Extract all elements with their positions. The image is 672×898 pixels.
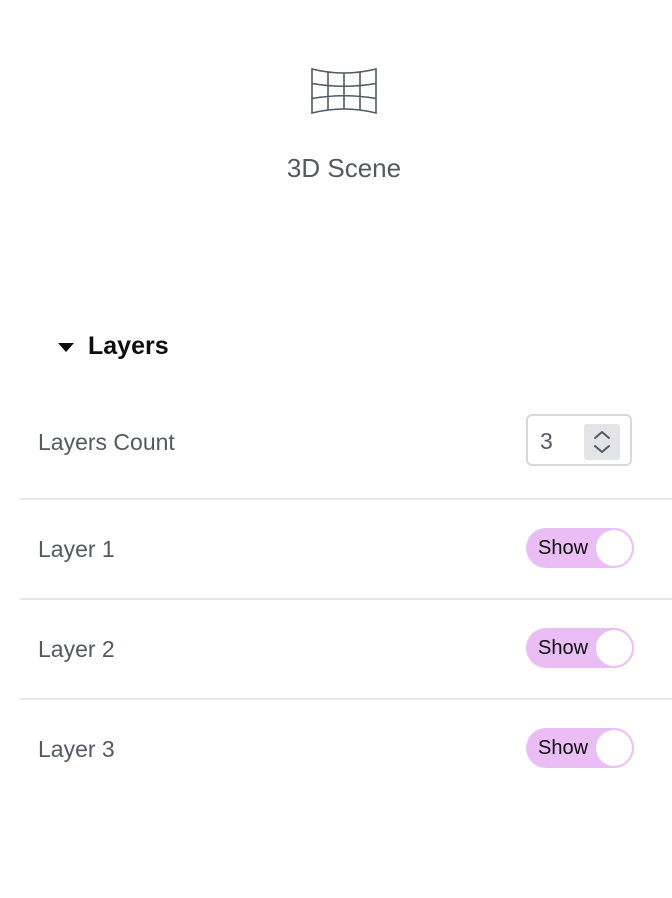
widget-header: 3D Scene	[0, 0, 672, 220]
layers-count-label: Layers Count	[38, 429, 175, 455]
layer-1-label: Layer 1	[38, 536, 115, 562]
layers-count-input[interactable]: 3	[526, 414, 632, 466]
toggle-knob	[596, 730, 632, 766]
widget-title: 3D Scene	[286, 153, 402, 183]
divider	[20, 698, 672, 700]
chevron-up-icon	[594, 431, 610, 439]
number-spinner[interactable]	[584, 424, 620, 460]
divider	[20, 498, 672, 500]
layer-3-toggle[interactable]: Show	[526, 728, 634, 768]
toggle-knob	[596, 530, 632, 566]
toggle-label: Show	[538, 737, 589, 759]
layers-section-toggle[interactable]: Layers	[58, 328, 169, 364]
layer-1-toggle[interactable]: Show	[526, 528, 634, 568]
layers-count-value: 3	[540, 428, 553, 454]
layer-2-label: Layer 2	[38, 636, 115, 662]
spinner-arrows-icon	[594, 431, 610, 453]
toggle-knob	[596, 630, 632, 666]
layer-2-toggle[interactable]: Show	[526, 628, 634, 668]
toggle-label: Show	[538, 537, 589, 559]
caret-down-icon	[58, 342, 74, 352]
divider	[20, 598, 672, 600]
layer-3-label: Layer 3	[38, 736, 115, 762]
panorama-grid-icon	[311, 67, 377, 115]
section-title: Layers	[88, 332, 169, 360]
toggle-label: Show	[538, 637, 589, 659]
chevron-down-icon	[594, 445, 610, 453]
